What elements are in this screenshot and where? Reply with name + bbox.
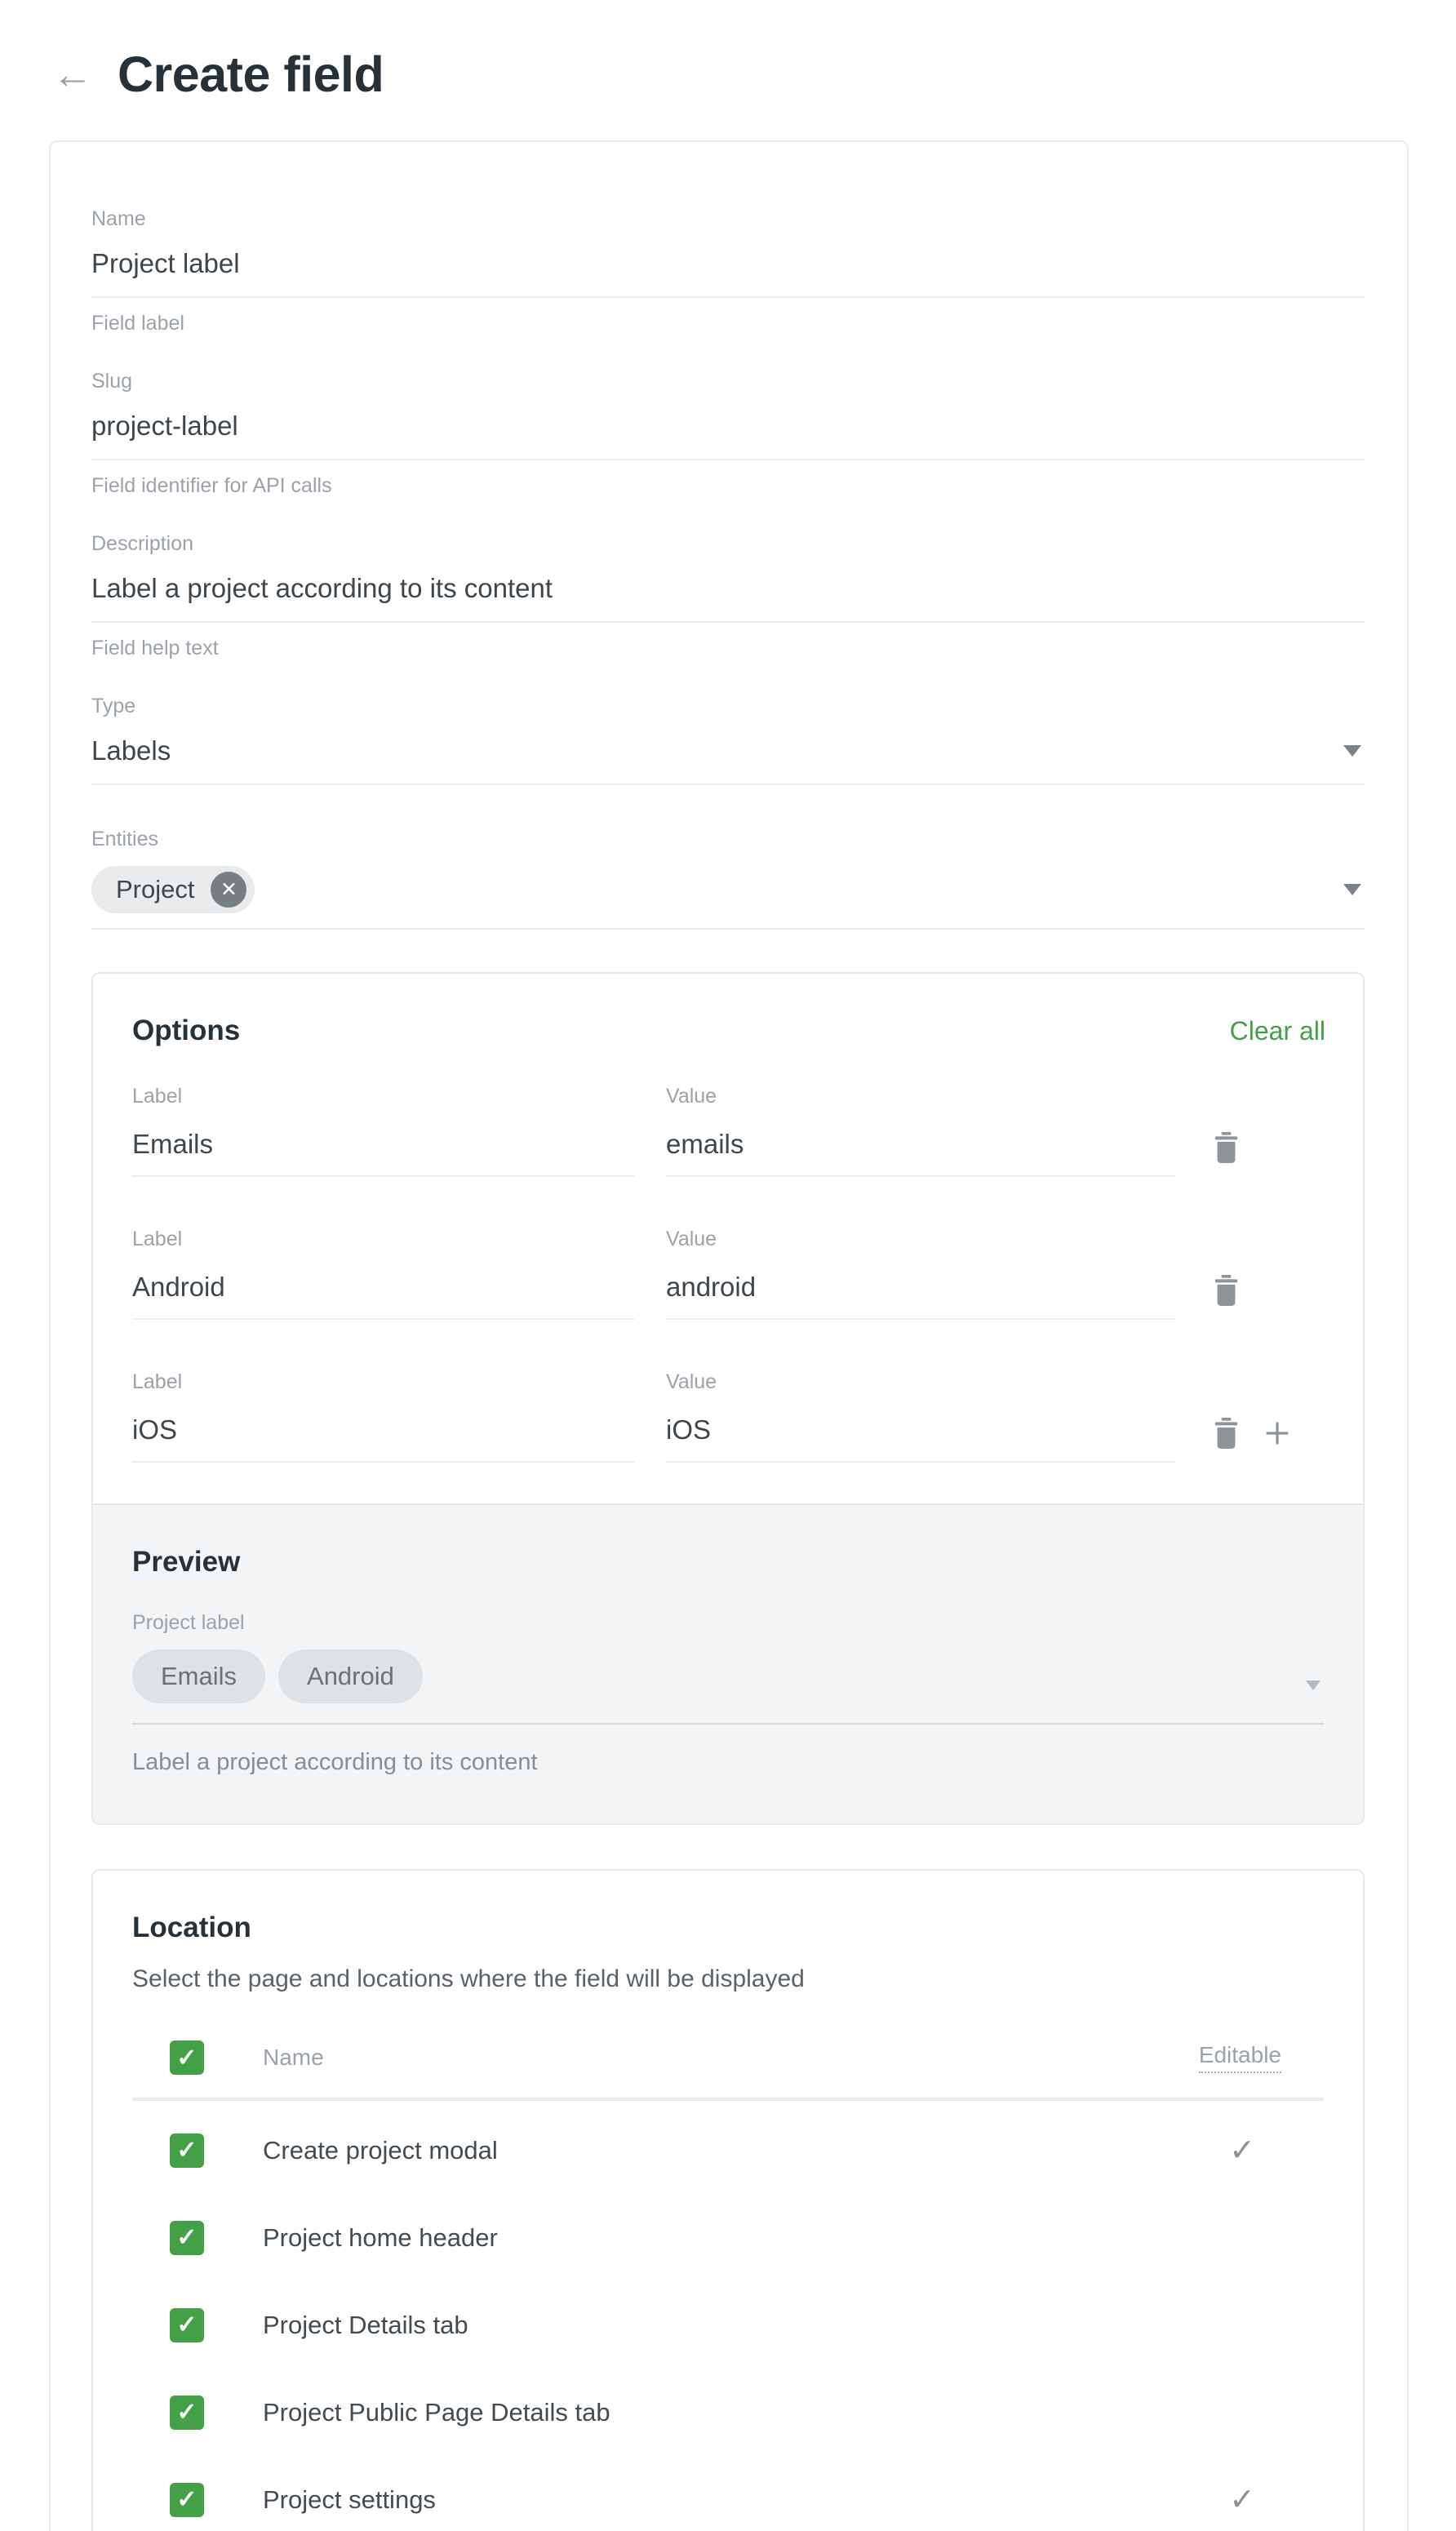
option-value-header: Value [666, 1085, 1175, 1108]
chevron-down-icon[interactable] [1343, 745, 1361, 757]
option-label-input[interactable]: Label Emails [132, 1085, 635, 1177]
description-field-helper: Field help text [91, 637, 1365, 660]
location-header-row: ✓ Name Editable [132, 2040, 1324, 2075]
name-field-helper: Field label [91, 312, 1365, 335]
description-input-value[interactable]: Label a project according to its content [91, 573, 553, 604]
option-label-value[interactable]: Android [132, 1272, 635, 1320]
preview-chip[interactable]: Android [278, 1650, 423, 1703]
location-row: ✓ Project Details tab ✓ [132, 2307, 1324, 2343]
location-row-name: Project settings [263, 2485, 436, 2515]
option-row: Label iOS Value iOS [132, 1370, 1325, 1463]
location-checkbox[interactable]: ✓ [170, 2483, 204, 2517]
plus-icon [1264, 1420, 1290, 1446]
location-checkbox[interactable]: ✓ [170, 2134, 204, 2168]
option-label-header: Label [132, 1228, 635, 1251]
delete-option-button[interactable] [1214, 1275, 1238, 1306]
entity-chip-label: Project [116, 875, 194, 904]
option-value-value[interactable]: emails [666, 1129, 1175, 1177]
trash-icon [1214, 1132, 1238, 1163]
add-option-button[interactable] [1264, 1420, 1290, 1446]
name-column-header: Name [263, 2045, 324, 2071]
chevron-down-icon[interactable] [1343, 884, 1361, 895]
location-checkbox[interactable]: ✓ [170, 2396, 204, 2430]
option-label-value[interactable]: Emails [132, 1129, 635, 1177]
option-label-input[interactable]: Label Android [132, 1228, 635, 1320]
preview-field-label: Project label [132, 1611, 1324, 1635]
preview-section: Preview Project label Emails Android Lab… [93, 1503, 1363, 1823]
delete-option-button[interactable] [1214, 1132, 1238, 1163]
slug-field-helper: Field identifier for API calls [91, 474, 1365, 498]
type-field: Type Labels [91, 695, 1365, 785]
option-row: Label Emails Value emails [132, 1085, 1325, 1177]
location-row: ✓ Project settings ✓ [132, 2481, 1324, 2518]
preview-helper: Label a project according to its content [132, 1749, 1324, 1776]
name-field: Name Project label Field label [91, 207, 1365, 335]
slug-field: Slug project-label Field identifier for … [91, 370, 1365, 498]
description-field-label: Description [91, 532, 1365, 556]
description-field: Description Label a project according to… [91, 532, 1365, 660]
page-header: ← Create field [0, 0, 1456, 103]
trash-icon [1214, 1418, 1238, 1449]
location-table: ✓ Name Editable ✓ Create project modal ✓… [132, 2040, 1324, 2518]
location-checkbox[interactable]: ✓ [170, 2308, 204, 2342]
option-label-input[interactable]: Label iOS [132, 1370, 635, 1463]
option-value-header: Value [666, 1370, 1175, 1394]
option-label-header: Label [132, 1085, 635, 1108]
location-box: Location Select the page and locations w… [91, 1869, 1365, 2531]
clear-all-link[interactable]: Clear all [1230, 1016, 1325, 1046]
option-value-value[interactable]: android [666, 1272, 1175, 1320]
location-row: ✓ Project Public Page Details tab ✓ [132, 2394, 1324, 2431]
chevron-down-icon[interactable] [1306, 1681, 1321, 1690]
options-section: Options Clear all Label Emails Value ema… [93, 974, 1363, 1463]
create-field-card: Name Project label Field label Slug proj… [49, 140, 1409, 2531]
type-field-label: Type [91, 695, 1365, 718]
type-select[interactable]: Labels [91, 735, 1365, 785]
chip-close-icon[interactable]: ✕ [211, 872, 246, 908]
editable-check-icon: ✓ [1229, 2481, 1255, 2518]
entities-field: Entities Project ✕ [91, 828, 1365, 930]
slug-field-label: Slug [91, 370, 1365, 393]
slug-input[interactable]: project-label [91, 411, 1365, 460]
delete-option-button[interactable] [1214, 1418, 1238, 1449]
entities-select[interactable]: Project ✕ [91, 866, 1365, 930]
preview-title: Preview [132, 1546, 1324, 1579]
location-row-name: Project Details tab [263, 2311, 468, 2340]
location-row-name: Create project modal [263, 2136, 498, 2165]
name-field-label: Name [91, 207, 1365, 231]
editable-column-header[interactable]: Editable [1199, 2042, 1281, 2073]
location-row: ✓ Project home header ✓ [132, 2219, 1324, 2256]
location-subtitle: Select the page and locations where the … [132, 1965, 1324, 1993]
option-label-value[interactable]: iOS [132, 1414, 635, 1463]
table-divider [132, 2098, 1324, 2101]
options-title: Options [132, 1015, 240, 1047]
entity-chip: Project ✕ [91, 866, 255, 913]
preview-labels-select[interactable]: Emails Android [132, 1650, 1324, 1725]
location-row-name: Project home header [263, 2223, 498, 2253]
option-value-header: Value [666, 1228, 1175, 1251]
name-input[interactable]: Project label [91, 248, 1365, 298]
option-value-input[interactable]: Value iOS [666, 1370, 1175, 1463]
option-row: Label Android Value android [132, 1228, 1325, 1320]
entities-field-label: Entities [91, 828, 1365, 851]
location-title: Location [132, 1912, 1324, 1944]
back-arrow-icon[interactable]: ← [52, 54, 93, 95]
trash-icon [1214, 1275, 1238, 1306]
option-value-input[interactable]: Value emails [666, 1085, 1175, 1177]
page-title: Create field [118, 46, 384, 103]
preview-chip[interactable]: Emails [132, 1650, 265, 1703]
type-select-value: Labels [91, 735, 171, 766]
select-all-checkbox[interactable]: ✓ [170, 2040, 204, 2075]
slug-input-value[interactable]: project-label [91, 411, 238, 442]
name-input-value[interactable]: Project label [91, 248, 240, 279]
location-row-name: Project Public Page Details tab [263, 2398, 610, 2427]
option-label-header: Label [132, 1370, 635, 1394]
location-row: ✓ Create project modal ✓ [132, 2132, 1324, 2169]
option-value-input[interactable]: Value android [666, 1228, 1175, 1320]
editable-check-icon: ✓ [1229, 2132, 1255, 2169]
option-value-value[interactable]: iOS [666, 1414, 1175, 1463]
options-box: Options Clear all Label Emails Value ema… [91, 972, 1365, 1825]
description-input[interactable]: Label a project according to its content [91, 573, 1365, 623]
location-checkbox[interactable]: ✓ [170, 2221, 204, 2255]
